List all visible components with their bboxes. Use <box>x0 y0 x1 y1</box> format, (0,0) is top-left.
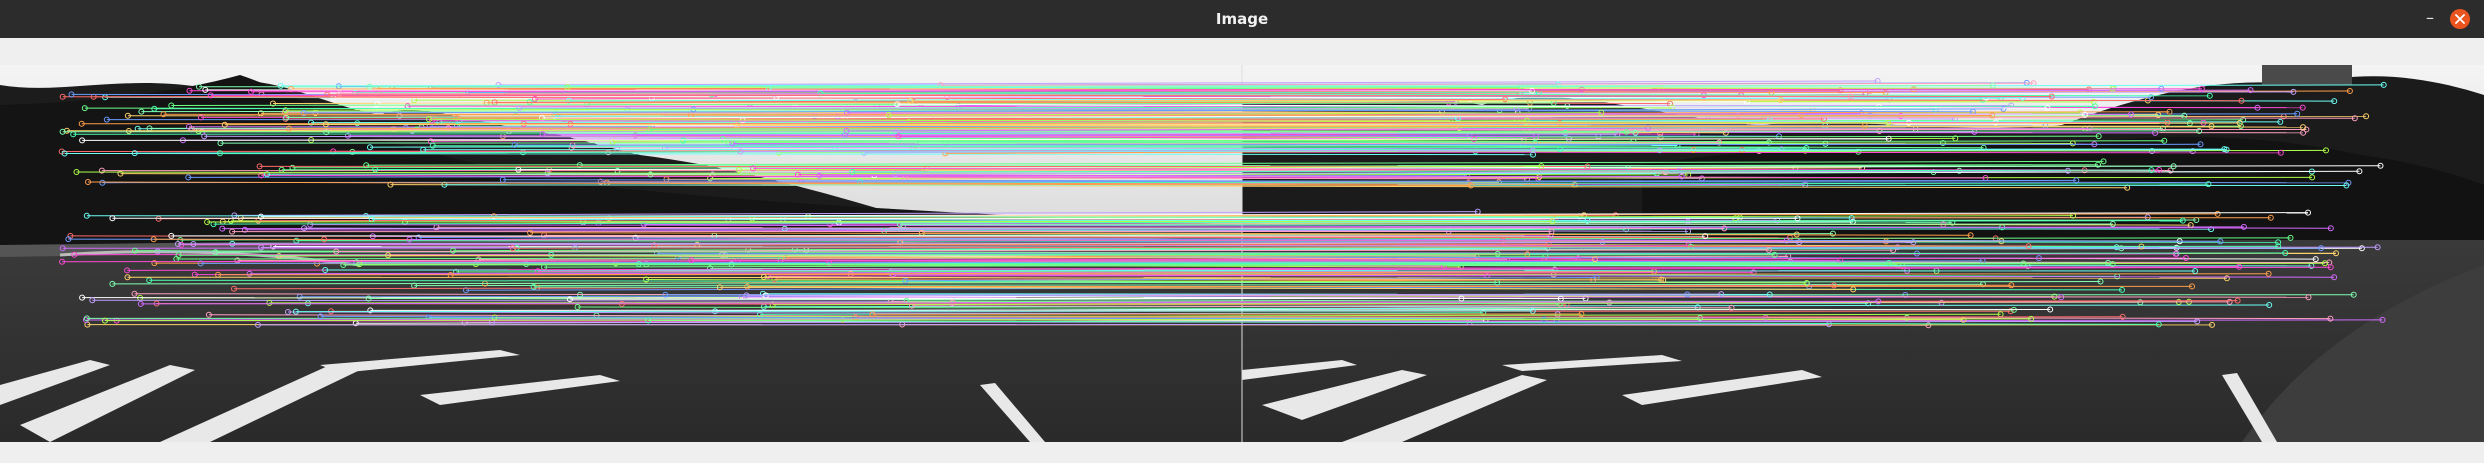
match-line <box>257 323 1830 326</box>
feature-match-image <box>0 65 2484 442</box>
minimize-button[interactable]: – <box>2418 7 2442 31</box>
minimize-icon: – <box>2426 8 2434 27</box>
close-icon <box>2455 14 2465 24</box>
match-line <box>295 310 1533 313</box>
feature-match-svg <box>0 65 2484 442</box>
close-button[interactable] <box>2450 9 2470 29</box>
image-window: Image – <box>0 0 2484 463</box>
match-line <box>514 143 2201 146</box>
title-bar[interactable]: Image – <box>0 0 2484 38</box>
image-canvas-area <box>0 38 2484 463</box>
window-title: Image <box>1215 10 1269 28</box>
match-line <box>207 220 1553 223</box>
